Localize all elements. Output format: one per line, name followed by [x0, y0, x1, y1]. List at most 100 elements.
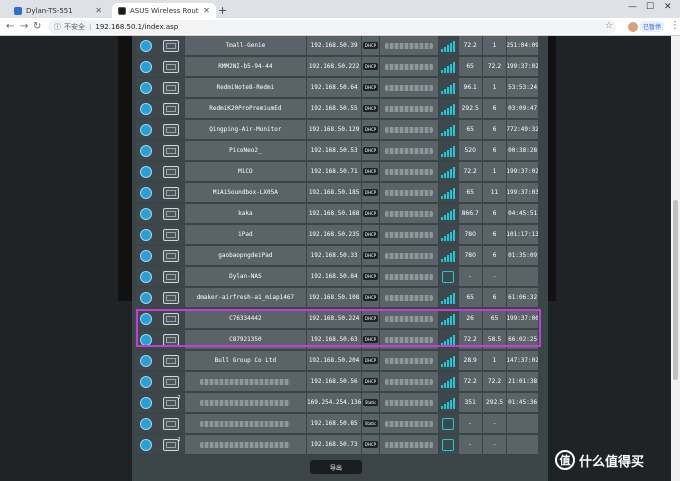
device-icon-cell[interactable]	[157, 372, 184, 391]
client-name[interactable]: iPad	[184, 225, 307, 244]
globe-cell[interactable]	[136, 36, 157, 55]
globe-cell[interactable]	[136, 372, 157, 391]
signal-strength-icon	[441, 250, 456, 262]
globe-cell[interactable]	[136, 183, 157, 202]
rx-rate: -	[482, 267, 507, 286]
ip-type-badge: DHCP	[362, 63, 379, 70]
globe-cell[interactable]	[136, 120, 157, 139]
back-icon[interactable]: ←	[6, 21, 14, 32]
globe-cell[interactable]	[136, 99, 157, 118]
globe-cell[interactable]	[136, 435, 157, 454]
new-tab-button[interactable]: +	[218, 4, 227, 17]
table-row[interactable]: gaobaopngdeiPad 192.168.50.33 DHCP 780 6 01:3…	[136, 246, 539, 266]
device-icon-cell[interactable]	[157, 99, 184, 118]
client-name[interactable]: kaka	[184, 204, 307, 223]
table-row[interactable]: Qingping-Air-Monitor 192.168.50.129 DHCP 65…	[136, 120, 539, 140]
close-icon[interactable]: ✕	[95, 6, 102, 15]
minimize-button[interactable]: —	[628, 2, 637, 12]
client-name[interactable]: dmaker-airfresh-a1_miap1467	[184, 288, 307, 307]
avatar[interactable]	[628, 22, 638, 32]
device-icon-cell[interactable]	[157, 183, 184, 202]
client-mac-redacted	[379, 393, 438, 412]
globe-cell[interactable]	[136, 204, 157, 223]
device-icon-cell[interactable]: 2	[157, 435, 184, 454]
client-name[interactable]: gaobaopngdeiPad	[184, 246, 307, 265]
table-row[interactable]: Dylan-NAS 192.168.50.84 DHCP - -	[136, 267, 539, 287]
tab-dylan-ts551[interactable]: Dylan-TS-551 ✕	[8, 3, 108, 18]
client-name[interactable]: MiAiSoundbox-LX05A	[184, 183, 307, 202]
client-name[interactable]: PicoNeo2_	[184, 141, 307, 160]
device-icon-cell[interactable]	[157, 36, 184, 55]
url-field[interactable]: ⓘ 不安全 | 192.168.50.1/index.asp	[48, 20, 616, 34]
scrollbar-thumb[interactable]	[673, 200, 678, 380]
ip-type: DHCP	[362, 36, 379, 55]
reload-icon[interactable]: ↻	[33, 21, 41, 32]
globe-cell[interactable]	[136, 162, 157, 181]
client-name[interactable]: RedmiK20ProPremiumEd	[184, 99, 307, 118]
client-name-redacted	[184, 372, 307, 391]
table-row[interactable]: MiCO 192.168.50.71 DHCP 72.2 1 199:37:02	[136, 162, 539, 182]
device-icon-cell[interactable]	[157, 57, 184, 76]
table-row[interactable]: Bull Group Co Ltd 192.168.50.204 DHCP 28.9 1…	[136, 351, 539, 371]
client-name[interactable]: Bull Group Co Ltd	[184, 351, 307, 370]
table-row[interactable]: MiAiSoundbox-LX05A 192.168.50.185 DHCP 65 11…	[136, 183, 539, 203]
bookmark-star-icon[interactable]: ☆	[605, 21, 613, 31]
globe-cell[interactable]	[136, 78, 157, 97]
export-button[interactable]: 导出	[310, 460, 362, 474]
table-row[interactable]: Tmall-Genie 192.168.50.39 DHCP 72.2 1 251:04:…	[136, 36, 539, 56]
client-name[interactable]: RedmiNote8-Redmi	[184, 78, 307, 97]
globe-cell[interactable]	[136, 57, 157, 76]
close-window-button[interactable]: ✕	[664, 2, 672, 12]
table-row[interactable]: RedmiK20ProPremiumEd 192.168.50.55 DHCP 292…	[136, 99, 539, 119]
globe-cell[interactable]	[136, 246, 157, 265]
signal-strength-icon	[441, 376, 456, 388]
globe-cell[interactable]	[136, 225, 157, 244]
table-row[interactable]: iPad 192.168.50.235 DHCP 780 6 101:17:13	[136, 225, 539, 245]
globe-cell[interactable]	[136, 141, 157, 160]
rx-rate: 11	[482, 183, 507, 202]
menu-icon[interactable]: ⋮	[670, 20, 680, 31]
forward-icon[interactable]: →	[20, 21, 28, 32]
client-name[interactable]: Qingping-Air-Monitor	[184, 120, 307, 139]
device-icon-cell[interactable]	[157, 162, 184, 181]
device-icon-cell[interactable]	[157, 351, 184, 370]
globe-cell[interactable]	[136, 288, 157, 307]
globe-cell[interactable]	[136, 267, 157, 286]
globe-cell[interactable]	[136, 393, 157, 412]
device-icon-cell[interactable]	[157, 246, 184, 265]
device-icon-cell[interactable]: 2	[157, 393, 184, 412]
table-row[interactable]: 192.168.50.85 Static - -	[136, 414, 539, 434]
client-name[interactable]: Dylan-NAS	[184, 267, 307, 286]
table-row[interactable]: RMM2NI-b5-94-44 192.168.50.222 DHCP 65 72.2 1…	[136, 57, 539, 77]
watermark: 值 什么值得买	[555, 450, 644, 470]
table-row[interactable]: 192.168.50.56 DHCP 72.2 72.2 21:01:38	[136, 372, 539, 392]
client-mac-redacted	[379, 204, 438, 223]
ip-type-badge: DHCP	[362, 273, 379, 280]
device-icon-cell[interactable]	[157, 288, 184, 307]
table-row[interactable]: 2 169.254.254.136 Static 351 292.5 01:45:36	[136, 393, 539, 413]
globe-cell[interactable]	[136, 351, 157, 370]
tab-asus-router[interactable]: ASUS Wireless Router RT-AC86 ✕	[112, 3, 216, 18]
maximize-button[interactable]: ☐	[646, 2, 654, 12]
globe-cell[interactable]	[136, 414, 157, 433]
device-icon-cell[interactable]	[157, 78, 184, 97]
table-row[interactable]: dmaker-airfresh-a1_miap1467 192.168.50.10…	[136, 288, 539, 308]
device-icon-cell[interactable]	[157, 225, 184, 244]
device-icon-cell[interactable]	[157, 414, 184, 433]
client-name[interactable]: MiCO	[184, 162, 307, 181]
client-name[interactable]: RMM2NI-b5-94-44	[184, 57, 307, 76]
device-icon-cell[interactable]	[157, 204, 184, 223]
device-icon-cell[interactable]	[157, 120, 184, 139]
connection-cell	[438, 246, 458, 265]
close-icon[interactable]: ✕	[203, 6, 210, 15]
table-row[interactable]: RedmiNote8-Redmi 192.168.50.64 DHCP 96.1 1 53…	[136, 78, 539, 98]
table-row[interactable]: kaka 192.168.50.168 DHCP 866.7 6 04:45:51	[136, 204, 539, 224]
device-icon-cell[interactable]	[157, 267, 184, 286]
ip-type-badge: DHCP	[362, 126, 379, 133]
table-row[interactable]: 2 192.168.50.73 DHCP - -	[136, 435, 539, 455]
profile-status-badge[interactable]: 已暂停	[640, 21, 665, 32]
rx-rate: 1	[482, 36, 507, 55]
table-row[interactable]: PicoNeo2_ 192.168.50.53 DHCP 520 6 00:38:28	[136, 141, 539, 161]
client-name[interactable]: Tmall-Genie	[184, 36, 307, 55]
device-icon-cell[interactable]	[157, 141, 184, 160]
